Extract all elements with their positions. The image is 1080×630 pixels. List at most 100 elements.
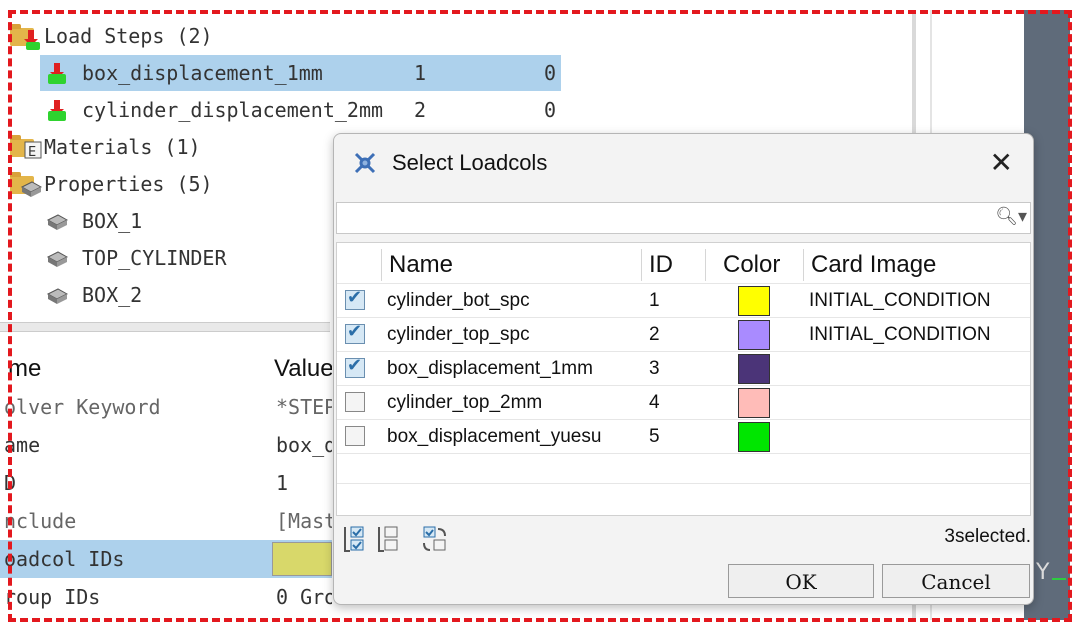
table-row[interactable]: cylinder_top_spc 2 INITIAL_CONDITION	[337, 317, 1030, 352]
row-color-swatch	[738, 422, 770, 452]
row-name: cylinder_bot_spc	[387, 290, 530, 311]
table-row-empty	[337, 483, 1030, 514]
property-name: ame	[4, 433, 41, 457]
row-checkbox[interactable]	[345, 426, 365, 446]
property-value[interactable]: 0 Groups	[276, 578, 332, 616]
tree-label: TOP_CYLINDER	[82, 246, 227, 270]
tree-label: cylinder_displacement_2mm	[82, 98, 384, 122]
property-value: *STEP	[276, 395, 332, 419]
row-name: box_displacement_yuesu	[387, 426, 602, 447]
check-all-icon[interactable]	[342, 524, 368, 554]
select-loadcols-dialog: Select Loadcols ✕ 🔍︎▾ Name ID Color Card…	[333, 133, 1034, 605]
property-header: me Value	[0, 350, 332, 388]
property-row[interactable]: D 1	[0, 464, 332, 502]
tree-item-properties[interactable]: Properties (5)	[8, 166, 328, 202]
row-name: box_displacement_1mm	[387, 358, 593, 379]
tree-item-property[interactable]: BOX_1	[40, 203, 320, 239]
row-id: 1	[649, 290, 660, 311]
axis-y-label: Y	[1036, 560, 1050, 585]
tree-item-materials[interactable]: E Materials (1)	[8, 129, 328, 165]
table-row[interactable]: box_displacement_1mm 3	[337, 351, 1030, 386]
row-color-swatch	[738, 320, 770, 350]
property-icon	[46, 288, 68, 304]
row-card-image: INITIAL_CONDITION	[809, 290, 991, 311]
row-id: 3	[649, 358, 660, 379]
row-checkbox[interactable]	[345, 321, 365, 344]
search-input[interactable]	[336, 202, 1031, 234]
row-name: cylinder_top_2mm	[387, 392, 543, 413]
dialog-title: Select Loadcols	[392, 150, 548, 175]
column-separator[interactable]	[641, 249, 642, 281]
tree-item-property[interactable]: BOX_2	[40, 277, 320, 313]
load-step-icon	[24, 30, 40, 50]
row-id: 2	[649, 324, 660, 345]
search-icon[interactable]: 🔍︎▾	[995, 206, 1027, 227]
property-value[interactable]: [Mast	[276, 502, 332, 540]
row-card-image: INITIAL_CONDITION	[809, 324, 991, 345]
table-row[interactable]: box_displacement_yuesu 5	[337, 419, 1030, 454]
property-value[interactable]: 1	[276, 464, 332, 502]
uncheck-all-icon[interactable]	[376, 524, 402, 554]
tree-label: BOX_2	[82, 283, 143, 307]
column-header-value: Value	[274, 355, 332, 382]
load-step-icon	[48, 63, 66, 84]
property-name: roup IDs	[4, 585, 101, 609]
row-checkbox[interactable]	[345, 392, 365, 412]
property-row[interactable]: nclude [Mast	[0, 502, 332, 540]
tree-item-property[interactable]: TOP_CYLINDER	[40, 240, 320, 276]
row-checkbox[interactable]	[345, 287, 365, 310]
close-icon[interactable]: ✕	[990, 146, 1013, 179]
property-row[interactable]: olver Keyword *STEP	[0, 388, 332, 426]
table-row[interactable]: cylinder_bot_spc 1 INITIAL_CONDITION	[337, 283, 1030, 318]
row-checkbox[interactable]	[345, 355, 365, 378]
property-name: nclude	[4, 509, 77, 533]
column-separator[interactable]	[803, 249, 804, 281]
load-step-icon	[48, 100, 66, 121]
axis-y-line	[1052, 578, 1066, 580]
property-row[interactable]: roup IDs 0 Groups	[0, 578, 332, 616]
column-separator[interactable]	[705, 249, 706, 281]
tree-id: 2	[414, 98, 427, 122]
column-header-name: me	[8, 355, 42, 382]
property-icon	[46, 214, 68, 230]
loadcol-ids-field[interactable]	[272, 542, 332, 576]
property-name: olver Keyword	[4, 395, 161, 419]
row-name: cylinder_top_spc	[387, 324, 530, 345]
row-color-swatch	[738, 354, 770, 384]
row-color-swatch	[738, 388, 770, 418]
cancel-button[interactable]: Cancel	[882, 564, 1030, 598]
property-row-loadcol-ids[interactable]: oadcol IDs	[0, 540, 332, 578]
table-row-empty	[337, 453, 1030, 484]
property-icon	[46, 251, 68, 267]
column-header-id[interactable]: ID	[649, 243, 673, 283]
tree-item-load-step-1[interactable]: box_displacement_1mm 1 0	[40, 55, 561, 91]
tree-value: 0	[544, 98, 557, 122]
tree-label-properties: Properties (5)	[44, 172, 213, 196]
tree-label-materials: Materials (1)	[44, 135, 201, 159]
tree-item-load-steps[interactable]: Load Steps (2)	[8, 18, 608, 54]
tree-label: box_displacement_1mm	[82, 61, 323, 85]
panel-divider[interactable]	[0, 322, 330, 332]
tree-label-load-steps: Load Steps (2)	[44, 24, 213, 48]
material-icon: E	[24, 141, 42, 160]
column-header-color[interactable]: Color	[723, 243, 780, 283]
column-header-name[interactable]: Name	[389, 243, 453, 283]
svg-text:E: E	[28, 145, 36, 160]
table-row[interactable]: cylinder_top_2mm 4	[337, 385, 1030, 420]
loadcol-table: Name ID Color Card Image cylinder_bot_sp…	[336, 242, 1031, 516]
column-separator[interactable]	[381, 249, 382, 281]
row-id: 4	[649, 392, 660, 413]
tree-item-load-step-2[interactable]: cylinder_displacement_2mm 2 0	[40, 92, 561, 128]
invert-check-icon[interactable]	[422, 524, 448, 554]
selection-status: 3selected.	[944, 526, 1031, 547]
tree-id: 1	[414, 61, 427, 85]
property-name: oadcol IDs	[4, 547, 125, 571]
property-value[interactable]: box_d	[276, 426, 332, 464]
ok-button[interactable]: OK	[728, 564, 874, 598]
dialog-settings-icon	[354, 152, 376, 174]
tree-label: BOX_1	[82, 209, 143, 233]
property-icon	[20, 181, 42, 197]
row-id: 5	[649, 426, 660, 447]
column-header-card-image[interactable]: Card Image	[811, 243, 936, 283]
property-row[interactable]: ame box_d	[0, 426, 332, 464]
